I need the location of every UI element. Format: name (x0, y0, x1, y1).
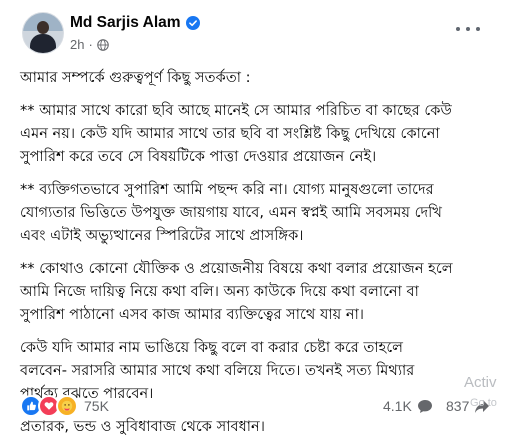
verified-badge-icon (185, 16, 200, 30)
globe-icon (97, 38, 109, 51)
activation-watermark-sub: Go to (470, 397, 497, 409)
more-options-icon[interactable] (456, 23, 480, 35)
activation-watermark: Activ (464, 374, 497, 391)
author-avatar[interactable] (22, 12, 64, 54)
post-body: আমার সম্পর্কে গুরুত্বপূর্ণ কিছু সতর্কতা … (20, 66, 498, 438)
post-paragraph: ** কোথাও কোনো যৌক্তিক ও প্রয়োজনীয় বিষয… (20, 260, 453, 323)
comment-icon (417, 400, 432, 413)
comments-count[interactable]: 4.1K (383, 398, 433, 414)
post-heading: আমার সম্পর্কে গুরুত্বপূর্ণ কিছু সতর্কতা … (20, 69, 251, 86)
shares-count-label: 837 (446, 398, 470, 414)
post-meta: 2h · (70, 37, 109, 52)
post-time[interactable]: 2h (70, 37, 84, 52)
post-paragraph: ** আমার সাথে কারো ছবি আছে মানেই সে আমার … (20, 102, 452, 165)
post-closing: প্রতারক, ভন্ড ও সুবিধাবাজ থেকে সাবধান। (20, 418, 265, 435)
reactions-summary[interactable]: 75K (20, 395, 109, 417)
post-paragraph: ** ব্যক্তিগতভাবে সুপারিশ আমি পছন্দ করি ন… (20, 181, 442, 244)
author-name[interactable]: Md Sarjis Alam (70, 14, 181, 32)
comments-count-label: 4.1K (383, 398, 412, 414)
care-icon (56, 395, 78, 417)
author-name-row: Md Sarjis Alam (70, 13, 200, 33)
meta-separator: · (88, 37, 93, 52)
reaction-count: 75K (84, 398, 109, 414)
facebook-post: Md Sarjis Alam 2h · আমার সম্পর্কে গুরুত্… (0, 0, 507, 435)
